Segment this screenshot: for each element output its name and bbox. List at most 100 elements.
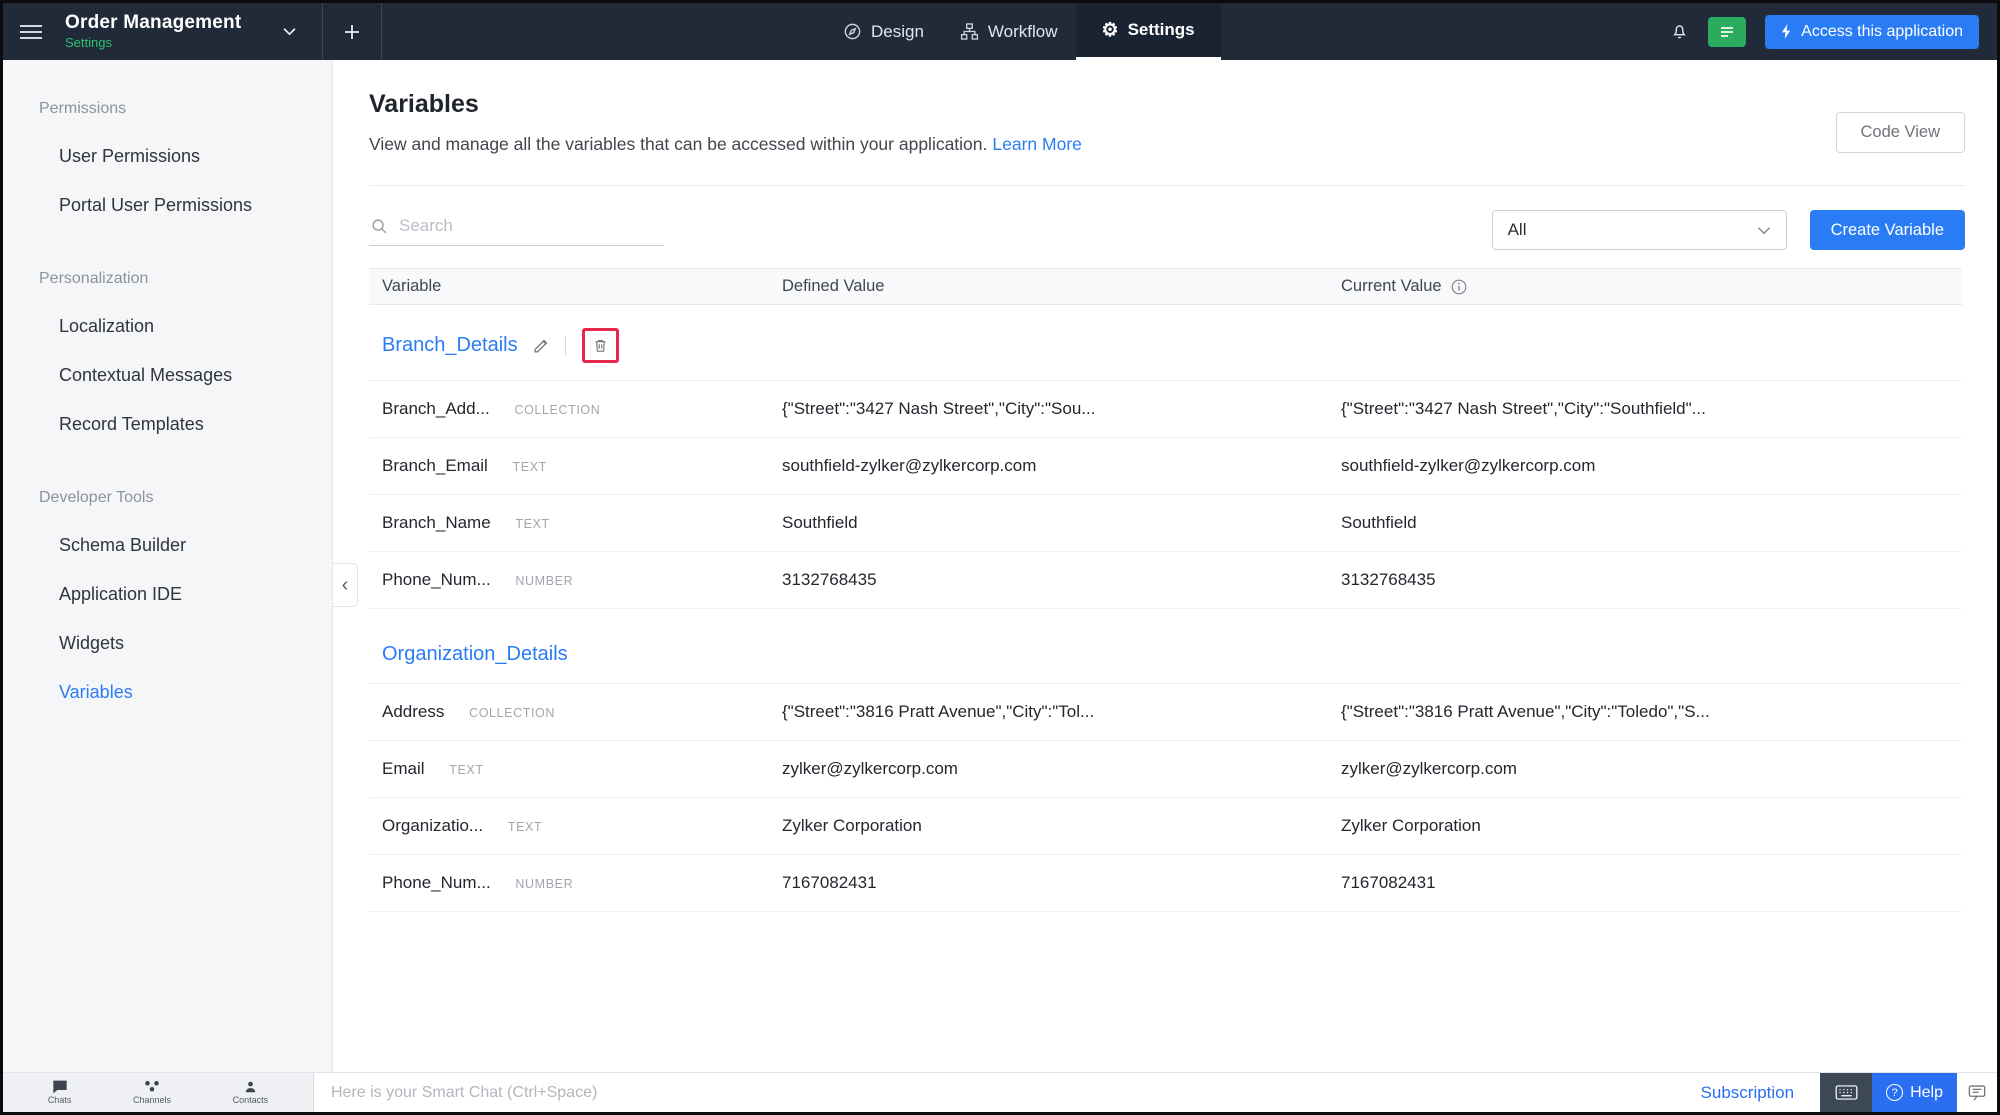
variable-type-badge: COLLECTION: [469, 706, 555, 720]
table-row[interactable]: Phone_Num... NUMBER 7167082431 716708243…: [369, 855, 1962, 912]
variable-name: Phone_Num...: [382, 570, 491, 589]
hamburger-menu-button[interactable]: [3, 3, 59, 60]
defined-value-cell: {"Street":"3427 Nash Street","City":"Sou…: [782, 399, 1341, 419]
search-box: [369, 214, 664, 246]
variable-type-badge: COLLECTION: [514, 403, 600, 417]
dock-item-contacts[interactable]: Contacts: [233, 1080, 269, 1105]
current-value-cell: 3132768435: [1341, 570, 1962, 590]
variables-table: Variable Defined Value Current Value Bra…: [369, 268, 1962, 912]
forms-list-button[interactable]: [1708, 17, 1746, 47]
sidebar-item-variables[interactable]: Variables: [3, 668, 332, 717]
variable-name: Branch_Email: [382, 456, 488, 475]
defined-value-cell: Zylker Corporation: [782, 816, 1341, 836]
sidebar-item-record-templates[interactable]: Record Templates: [3, 400, 332, 449]
annotation-highlight-box: [582, 328, 619, 363]
sidebar-section-personalization: Personalization Localization Contextual …: [3, 270, 332, 449]
table-row[interactable]: Address COLLECTION {"Street":"3816 Pratt…: [369, 684, 1962, 741]
sidebar-item-user-permissions[interactable]: User Permissions: [3, 132, 332, 181]
variable-type-badge: TEXT: [508, 820, 542, 834]
sidebar-item-localization[interactable]: Localization: [3, 302, 332, 351]
defined-value-cell: zylker@zylkercorp.com: [782, 759, 1341, 779]
sidebar-section-permissions: Permissions User Permissions Portal User…: [3, 100, 332, 230]
delete-variable-button[interactable]: [593, 337, 608, 354]
keyboard-shortcuts-button[interactable]: [1820, 1073, 1872, 1112]
sidebar-item-contextual-messages[interactable]: Contextual Messages: [3, 351, 332, 400]
learn-more-link[interactable]: Learn More: [992, 134, 1082, 154]
column-header-defined-value: Defined Value: [782, 277, 1341, 296]
smart-chat-bar[interactable]: Here is your Smart Chat (Ctrl+Space): [314, 1073, 1701, 1112]
variable-name-cell: Branch_Name TEXT: [369, 513, 782, 533]
pencil-icon: [533, 337, 550, 354]
help-button[interactable]: ? Help: [1872, 1073, 1957, 1112]
group-header: Organization_Details: [369, 609, 1962, 684]
variable-type-badge: TEXT: [515, 517, 549, 531]
subscription-link[interactable]: Subscription: [1701, 1073, 1795, 1112]
screenshot-frame: Order Management Settings Design Workflo…: [0, 0, 2000, 1115]
notifications-button[interactable]: [1670, 21, 1689, 42]
section-title: Permissions: [39, 100, 296, 118]
variable-name-cell: Email TEXT: [369, 759, 782, 779]
sidebar-collapse-button[interactable]: ‹: [333, 563, 358, 607]
tab-workflow[interactable]: Workflow: [942, 3, 1076, 60]
chat-bubble-icon: [52, 1080, 68, 1094]
add-component-button[interactable]: [323, 3, 381, 60]
code-view-button[interactable]: Code View: [1836, 112, 1966, 153]
current-value-cell: 7167082431: [1341, 873, 1962, 893]
sidebar-section-developer-tools: Developer Tools Schema Builder Applicati…: [3, 489, 332, 717]
defined-value-cell: 3132768435: [782, 570, 1341, 590]
sidebar-item-schema-builder[interactable]: Schema Builder: [3, 521, 332, 570]
group-name-link[interactable]: Branch_Details: [382, 334, 518, 357]
sidebar-item-application-ide[interactable]: Application IDE: [3, 570, 332, 619]
design-icon: [843, 22, 862, 41]
variable-name: Phone_Num...: [382, 873, 491, 892]
sidebar-item-widgets[interactable]: Widgets: [3, 619, 332, 668]
tab-workflow-label: Workflow: [988, 22, 1058, 42]
defined-value-cell: southfield-zylker@zylkercorp.com: [782, 456, 1341, 476]
info-icon[interactable]: [1451, 279, 1467, 295]
bell-icon: [1670, 21, 1689, 42]
group-name-link[interactable]: Organization_Details: [382, 643, 568, 666]
search-icon: [371, 218, 388, 235]
chevron-down-icon: [283, 27, 296, 36]
table-row[interactable]: Branch_Email TEXT southfield-zylker@zylk…: [369, 438, 1962, 495]
edit-variable-button[interactable]: [533, 337, 550, 354]
filter-dropdown[interactable]: All: [1492, 210, 1787, 250]
divider: [369, 185, 1965, 186]
chat-console-icon: [1968, 1085, 1986, 1101]
dock-item-channels[interactable]: Channels: [133, 1080, 171, 1105]
variable-group-branch-details: Branch_Details Branch_Add... COLLECTIO: [369, 305, 1962, 609]
access-application-button[interactable]: Access this application: [1765, 15, 1979, 49]
tab-settings[interactable]: ⚙ Settings: [1076, 3, 1221, 60]
sidebar-item-portal-user-permissions[interactable]: Portal User Permissions: [3, 181, 332, 230]
dock-item-chats[interactable]: Chats: [48, 1080, 72, 1105]
variable-name: Email: [382, 759, 425, 778]
group-header: Branch_Details: [369, 305, 1962, 381]
page-header: Variables View and manage all the variab…: [334, 60, 1997, 186]
search-input[interactable]: [399, 216, 662, 236]
tab-design[interactable]: Design: [825, 3, 942, 60]
page-description: View and manage all the variables that c…: [369, 134, 1965, 155]
table-row[interactable]: Organizatio... TEXT Zylker Corporation Z…: [369, 798, 1962, 855]
variable-name-cell: Organizatio... TEXT: [369, 816, 782, 836]
page-description-text: View and manage all the variables that c…: [369, 134, 987, 154]
support-chat-button[interactable]: [1957, 1073, 1997, 1112]
variable-name-cell: Branch_Add... COLLECTION: [369, 399, 782, 419]
variable-name: Branch_Add...: [382, 399, 490, 418]
variable-type-badge: TEXT: [449, 763, 483, 777]
person-icon: [243, 1080, 258, 1094]
table-row[interactable]: Phone_Num... NUMBER 3132768435 313276843…: [369, 552, 1962, 609]
table-row[interactable]: Branch_Name TEXT Southfield Southfield: [369, 495, 1962, 552]
table-row[interactable]: Branch_Add... COLLECTION {"Street":"3427…: [369, 381, 1962, 438]
help-label: Help: [1910, 1084, 1943, 1102]
bottom-bar: Chats Channels Contacts Here is your Sma…: [3, 1072, 1997, 1112]
table-header-row: Variable Defined Value Current Value: [369, 268, 1962, 305]
chat-dock: Chats Channels Contacts: [3, 1073, 314, 1112]
filter-selected-value: All: [1508, 220, 1527, 240]
app-switcher-button[interactable]: [277, 21, 302, 42]
dock-item-label: Contacts: [233, 1095, 269, 1105]
section-title: Personalization: [39, 270, 296, 288]
defined-value-cell: {"Street":"3816 Pratt Avenue","City":"To…: [782, 702, 1341, 722]
top-bar: Order Management Settings Design Workflo…: [3, 3, 1997, 60]
table-row[interactable]: Email TEXT zylker@zylkercorp.com zylker@…: [369, 741, 1962, 798]
create-variable-button[interactable]: Create Variable: [1810, 210, 1965, 250]
